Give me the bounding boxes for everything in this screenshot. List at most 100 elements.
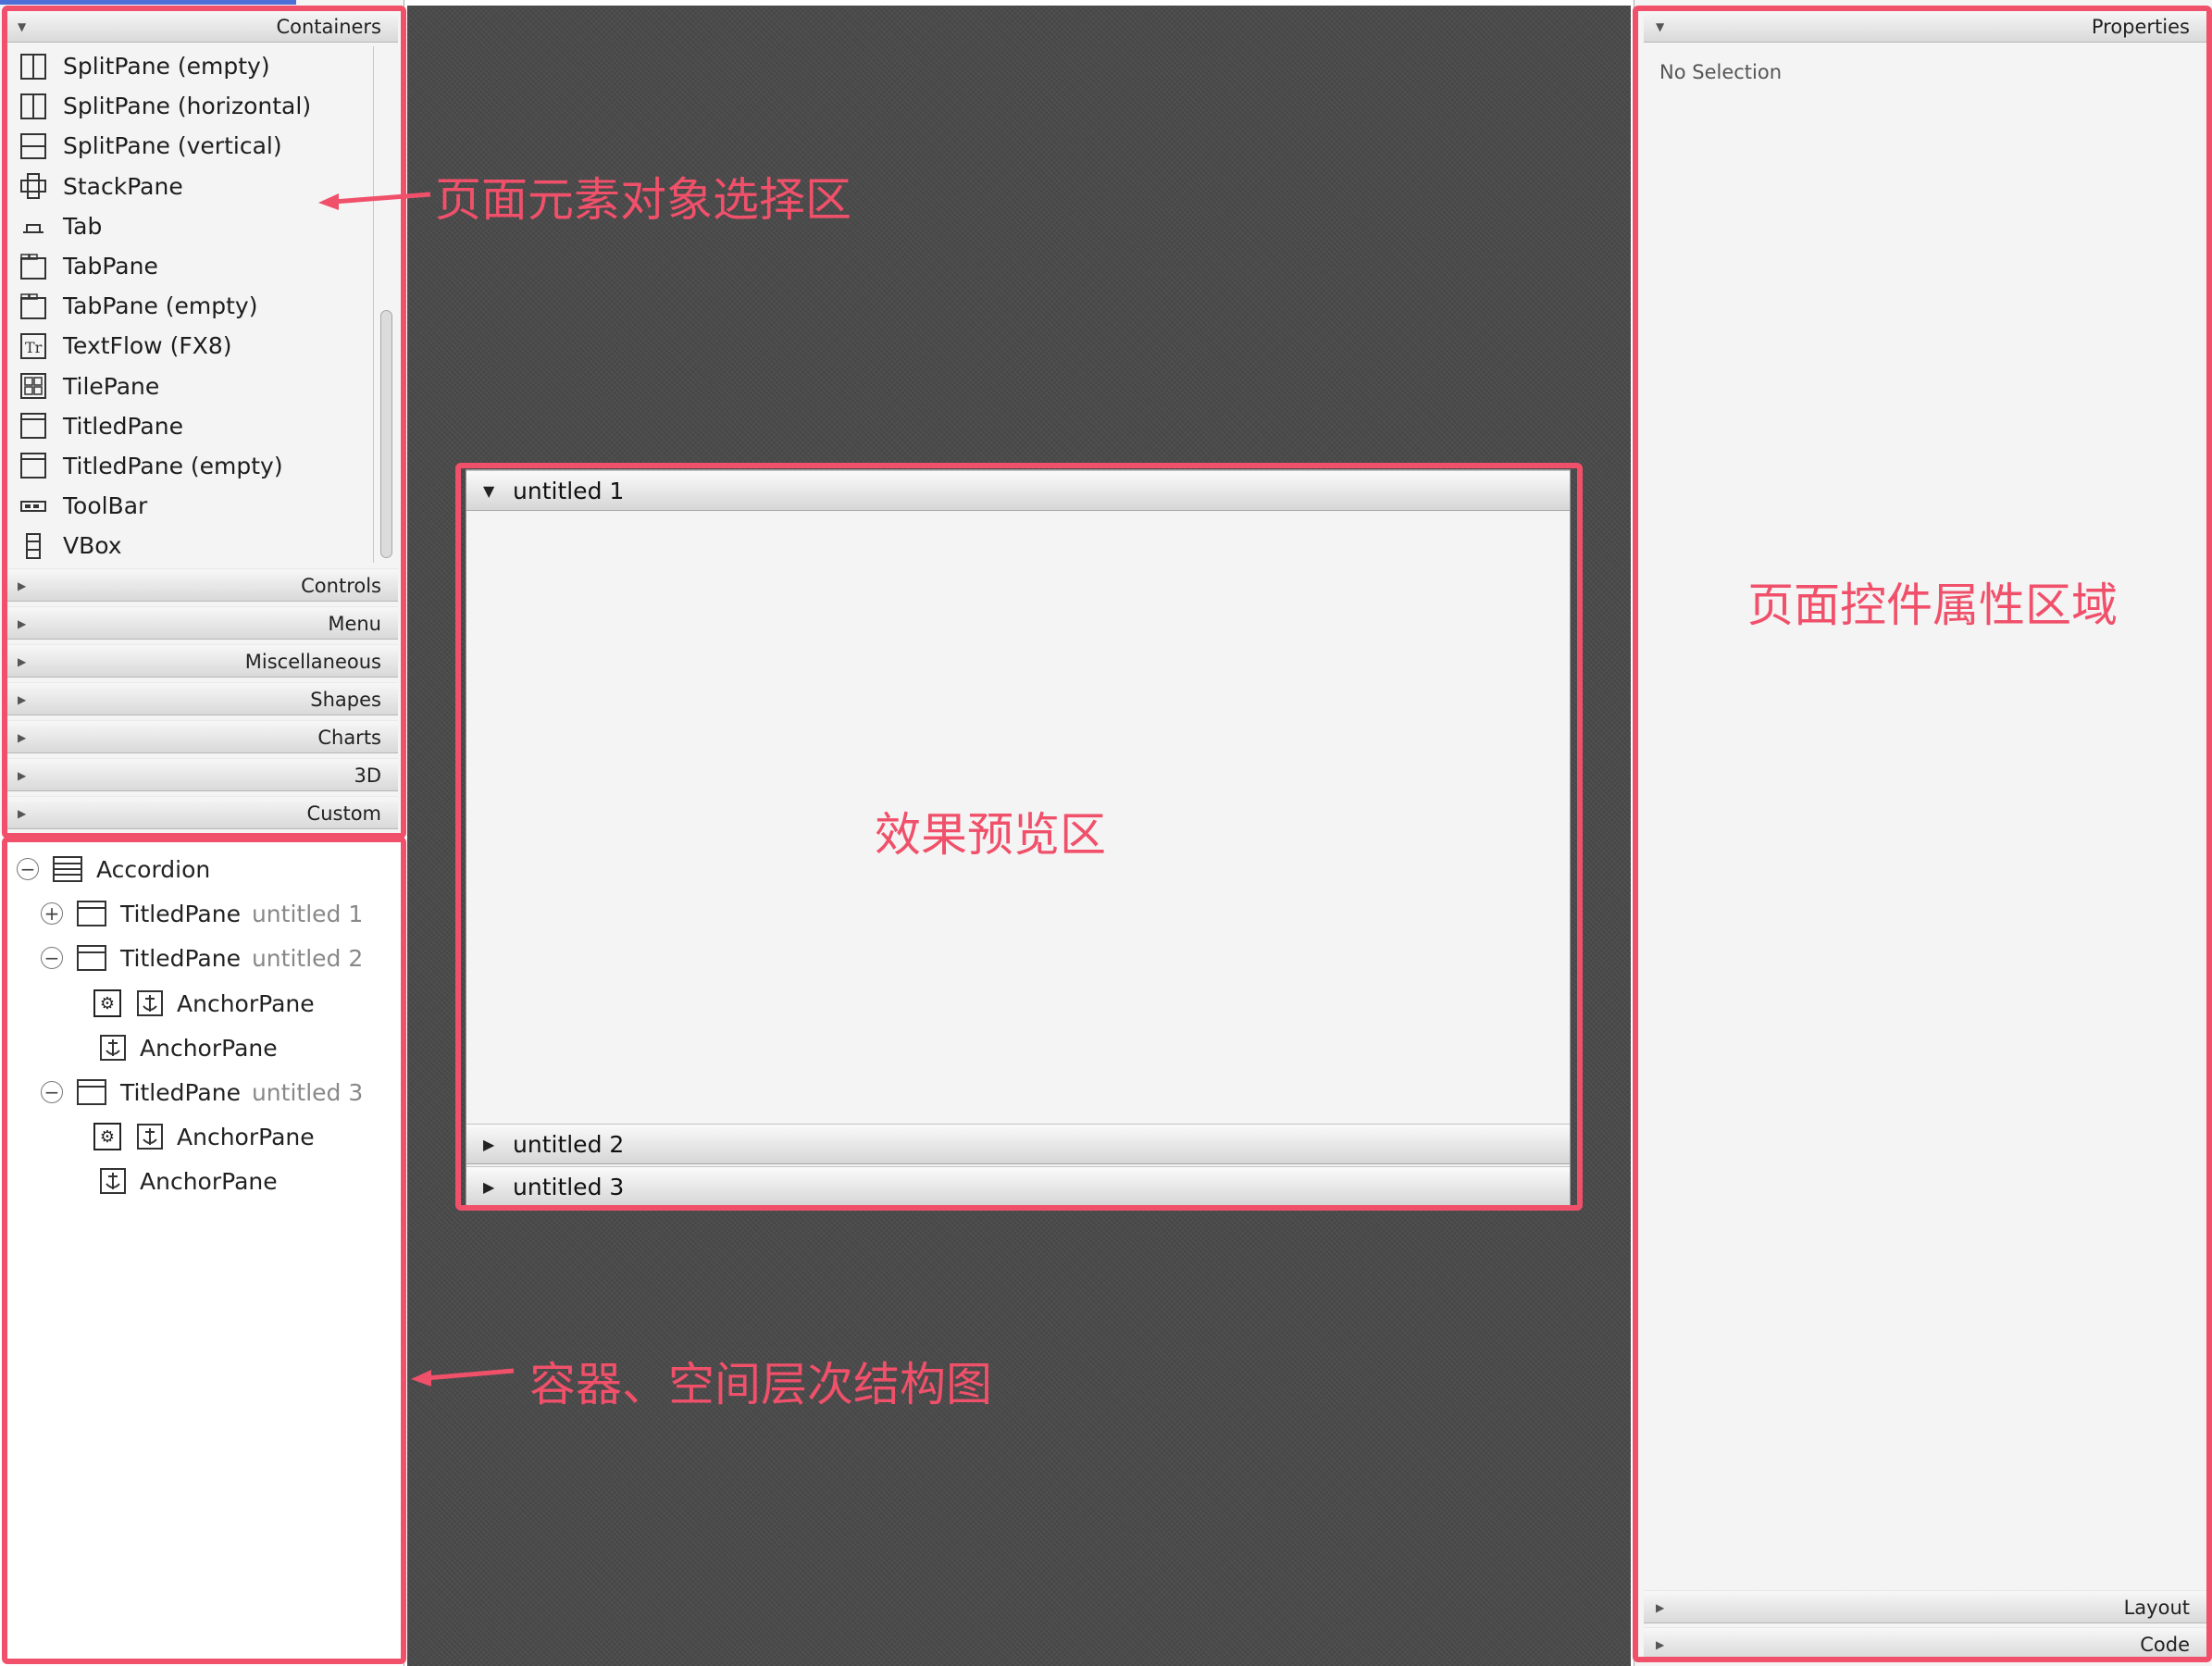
section-label: Miscellaneous	[244, 651, 381, 673]
library-item-label: TitledPane	[63, 412, 183, 440]
library-item[interactable]: TitledPane	[6, 406, 371, 446]
library-item[interactable]: TabPane (empty)	[6, 286, 371, 326]
library-item-label: SplitPane (vertical)	[63, 132, 282, 160]
vbox-icon	[17, 531, 50, 561]
library-item[interactable]: Tr TextFlow (FX8)	[6, 326, 371, 366]
section-menu[interactable]: ▶ Menu	[6, 606, 398, 640]
section-label: Containers	[276, 16, 381, 38]
library-item[interactable]: TabPane	[6, 246, 371, 286]
tree-node-anchorpane[interactable]: AnchorPane	[99, 1162, 278, 1200]
library-item[interactable]: TilePane	[6, 367, 371, 406]
section-label: 3D	[354, 765, 381, 787]
node-label: TitledPane	[120, 944, 241, 972]
library-item[interactable]: TitledPane (empty)	[6, 446, 371, 486]
gear-icon: ⚙	[93, 1123, 121, 1150]
collapse-icon[interactable]: −	[41, 1081, 63, 1103]
library-item-label: StackPane	[63, 172, 183, 200]
section-layout[interactable]: ▶ Layout	[1644, 1590, 2206, 1623]
library-item-label: TabPane (empty)	[63, 292, 258, 320]
chevron-right-icon: ▶	[18, 579, 27, 592]
tree-node-anchorpane[interactable]: ⚙ AnchorPane	[93, 1118, 315, 1155]
expand-icon[interactable]: +	[41, 902, 63, 925]
library-item[interactable]: ToolBar	[6, 486, 371, 526]
library-item[interactable]: SplitPane (horizontal)	[6, 86, 371, 126]
tree-node-titledpane[interactable]: + TitledPane untitled 1	[41, 895, 363, 932]
library-panel: ▼ Containers SplitPane (empty) SplitPane…	[0, 0, 404, 833]
section-containers[interactable]: ▼ Containers	[6, 9, 398, 43]
section-3d[interactable]: ▶ 3D	[6, 758, 398, 791]
node-label: TitledPane	[120, 900, 241, 927]
library-item[interactable]: SplitPane (vertical)	[6, 126, 371, 166]
titledpane-icon	[76, 900, 107, 927]
anchorpane-icon	[99, 1034, 127, 1062]
section-label: Shapes	[310, 689, 381, 711]
chevron-right-icon: ▶	[18, 693, 27, 706]
chevron-down-icon: ▼	[483, 481, 495, 500]
accordion-pane-title: untitled 2	[513, 1130, 625, 1158]
accordion-pane-title: untitled 3	[513, 1173, 625, 1200]
chevron-right-icon: ▶	[18, 617, 27, 630]
tree-node-accordion[interactable]: − Accordion	[17, 851, 210, 888]
node-label: Accordion	[96, 855, 211, 883]
tree-node-anchorpane[interactable]: AnchorPane	[99, 1029, 278, 1066]
section-miscellaneous[interactable]: ▶ Miscellaneous	[6, 644, 398, 678]
library-item[interactable]: SplitPane (empty)	[6, 46, 371, 86]
accordion-pane-header[interactable]: ▶ untitled 2	[466, 1124, 1570, 1164]
titledpane-icon	[17, 411, 50, 441]
annotation-arrow-icon	[318, 192, 431, 210]
chevron-right-icon: ▶	[1656, 1638, 1665, 1651]
chevron-right-icon: ▶	[18, 655, 27, 668]
section-custom[interactable]: ▶ Custom	[6, 796, 398, 829]
section-label: Code	[2140, 1634, 2190, 1656]
splitpane-vertical-icon	[17, 131, 50, 161]
library-item-label: VBox	[63, 532, 122, 560]
splitpane-icon	[17, 52, 50, 81]
library-item-label: ToolBar	[63, 492, 148, 520]
section-label: Controls	[301, 575, 381, 597]
section-code[interactable]: ▶ Code	[1644, 1627, 2206, 1660]
splitpane-horizontal-icon	[17, 92, 50, 121]
collapse-icon[interactable]: −	[41, 947, 63, 969]
titledpane-icon	[17, 451, 50, 480]
library-item-label: Tab	[63, 212, 103, 240]
titledpane-icon	[76, 1078, 107, 1106]
section-charts[interactable]: ▶ Charts	[6, 720, 398, 753]
library-item-label: SplitPane (empty)	[63, 53, 270, 81]
section-label: Layout	[2123, 1597, 2190, 1619]
library-item-label: TabPane	[63, 253, 158, 280]
anchorpane-icon	[136, 1123, 164, 1150]
accordion-pane-header[interactable]: ▼ untitled 1	[466, 470, 1570, 511]
library-item-label: SplitPane (horizontal)	[63, 93, 312, 120]
inspector-panel: ▼ Properties No Selection ▶ Layout ▶ Cod…	[1634, 0, 2212, 1666]
library-item[interactable]: VBox	[6, 526, 371, 566]
section-properties[interactable]: ▼ Properties	[1644, 9, 2206, 43]
annotation-hierarchy-label: 容器、空间层次结构图	[529, 1358, 992, 1411]
chevron-right-icon: ▶	[1656, 1601, 1665, 1614]
tree-node-titledpane[interactable]: − TitledPane untitled 3	[41, 1074, 363, 1111]
node-label: TitledPane	[120, 1078, 241, 1106]
section-controls[interactable]: ▶ Controls	[6, 568, 398, 602]
chevron-right-icon: ▶	[18, 769, 27, 782]
node-label: AnchorPane	[177, 989, 315, 1017]
section-label: Custom	[306, 802, 381, 825]
anchorpane-icon	[136, 989, 164, 1017]
tree-node-anchorpane[interactable]: ⚙ AnchorPane	[93, 985, 315, 1022]
library-item-label: TitledPane (empty)	[63, 452, 283, 479]
chevron-down-icon: ▼	[1656, 20, 1665, 33]
section-shapes[interactable]: ▶ Shapes	[6, 682, 398, 715]
tab-icon	[17, 211, 50, 241]
annotation-library-label: 页面元素对象选择区	[435, 173, 851, 227]
accordion-icon	[52, 855, 83, 883]
tree-node-titledpane[interactable]: − TitledPane untitled 2	[41, 939, 363, 976]
empty-state-text: No Selection	[1659, 61, 1783, 83]
hierarchy-panel: − Accordion + TitledPane untitled 1 − Ti…	[0, 837, 404, 1666]
stackpane-icon	[17, 171, 50, 201]
chevron-right-icon: ▶	[483, 1177, 495, 1196]
collapse-icon[interactable]: −	[17, 858, 39, 880]
section-label: Menu	[328, 613, 381, 635]
accordion-pane-header[interactable]: ▶ untitled 3	[466, 1166, 1570, 1207]
focus-accent-bar	[0, 0, 296, 5]
scrollbar-thumb[interactable]	[380, 310, 392, 558]
library-scrollbar[interactable]	[373, 46, 393, 563]
chevron-right-icon: ▶	[18, 807, 27, 820]
